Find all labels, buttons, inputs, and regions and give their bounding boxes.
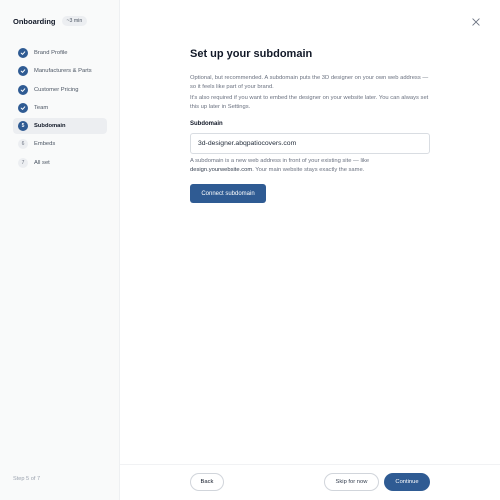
step-manufacturers-parts[interactable]: Manufacturers & Parts [13, 63, 107, 79]
check-icon [18, 48, 28, 58]
check-icon [18, 66, 28, 77]
skip-button[interactable]: Skip for now [324, 473, 379, 491]
step-customer-pricing[interactable]: Customer Pricing [13, 82, 107, 98]
step-label: Customer Pricing [34, 86, 79, 93]
step-all-set[interactable]: 7 All set [13, 155, 107, 171]
step-number: 7 [18, 157, 28, 168]
subdomain-label: Subdomain [190, 121, 223, 127]
sidebar-header: Onboarding ~3 min [13, 16, 88, 26]
onboarding-title: Onboarding [13, 16, 56, 26]
step-progress-text: Step 5 of 7 [13, 476, 41, 482]
hint-text-end: . Your main website stays exactly the sa… [252, 166, 365, 173]
step-label: Brand Profile [34, 50, 68, 56]
step-label: Embeds [34, 141, 56, 148]
step-team[interactable]: Team [13, 100, 107, 116]
step-label: Team [34, 104, 49, 111]
subdomain-hint: A subdomain is a new web address in fron… [190, 157, 430, 174]
step-label: Manufacturers & Parts [34, 68, 92, 75]
step-number: 6 [18, 139, 28, 150]
back-button[interactable]: Back [190, 473, 224, 491]
close-button[interactable] [470, 16, 482, 28]
step-label: Subdomain [34, 123, 66, 130]
step-list: Brand Profile Manufacturers & Parts Cust… [13, 45, 107, 173]
check-icon [18, 102, 28, 113]
onboarding-app: Onboarding ~3 min Brand Profile Manufact… [0, 0, 500, 500]
sidebar: Onboarding ~3 min Brand Profile Manufact… [0, 0, 120, 500]
close-icon [472, 18, 480, 26]
step-number: 5 [18, 121, 28, 132]
description-secondary: It's also required if you want to embed … [190, 95, 429, 110]
connect-subdomain-button[interactable]: Connect subdomain [190, 184, 266, 203]
continue-button[interactable]: Continue [384, 473, 430, 491]
description-primary: Optional, but recommended. A subdomain p… [190, 75, 429, 90]
step-subdomain[interactable]: 5 Subdomain [13, 118, 107, 135]
time-estimate-badge: ~3 min [61, 16, 88, 26]
page-title: Set up your subdomain [190, 48, 313, 60]
step-embeds[interactable]: 6 Embeds [13, 136, 107, 152]
footer-divider [120, 464, 500, 465]
check-icon [18, 84, 28, 95]
step-label: All set [34, 159, 50, 166]
subdomain-input[interactable] [190, 133, 430, 154]
step-brand-profile[interactable]: Brand Profile [13, 45, 107, 61]
main-content: Set up your subdomain Optional, but reco… [190, 48, 430, 203]
hint-example: design.yourwebsite.com [190, 166, 253, 173]
hint-text: A subdomain is a new web address in fron… [190, 158, 370, 164]
